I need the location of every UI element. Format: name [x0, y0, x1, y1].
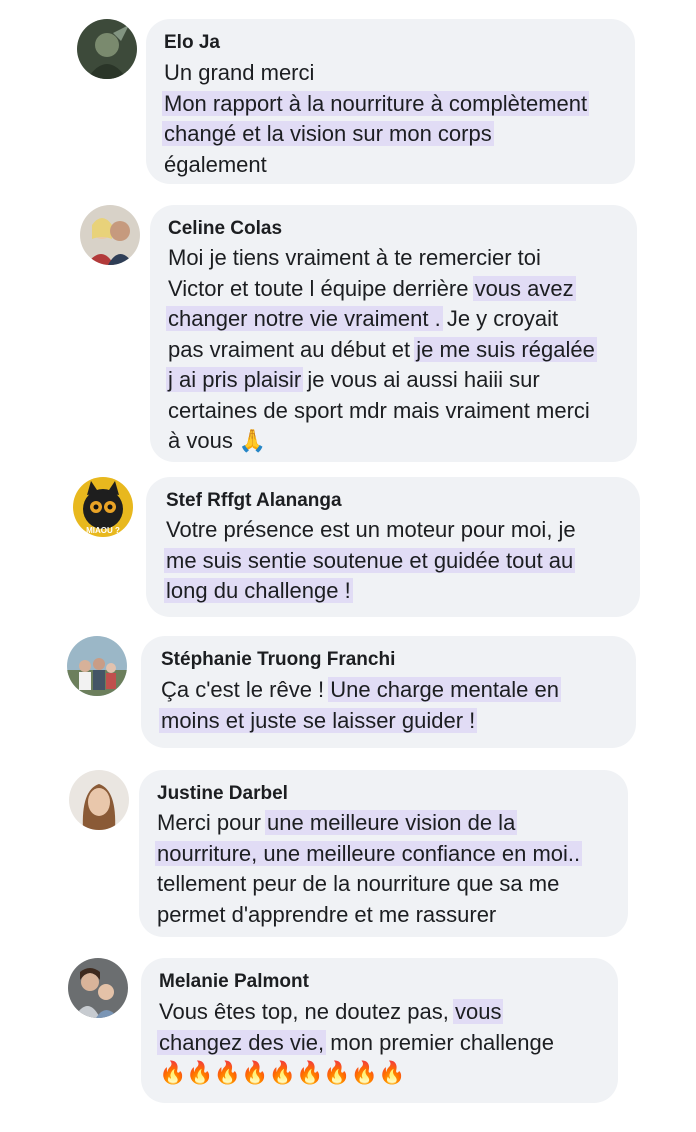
avatar[interactable]	[80, 205, 140, 265]
comment-line: long du challenge !	[164, 576, 576, 607]
comment-text-segment: 🔥🔥🔥🔥🔥🔥🔥🔥🔥	[159, 1060, 406, 1085]
comment-text-segment: permet d'apprendre et me rassurer	[157, 901, 497, 927]
avatar[interactable]	[67, 636, 127, 696]
comment-line: changer notre vie vraiment . Je y croyai…	[166, 304, 595, 335]
comment-bubble: Melanie Palmont Vous êtes top, ne doutez…	[141, 958, 618, 1103]
comment-text-segment: je vous ai aussi haiii sur	[301, 367, 540, 392]
comment-text: Moi je tiens vraiment à te remercier toi…	[166, 243, 597, 457]
highlighted-text: changez des vie,	[157, 1029, 327, 1055]
avatar-caption: MIAOU ?	[86, 526, 120, 535]
comment-text: Vous êtes top, ne doutez pas, vous change…	[157, 997, 555, 1089]
comment-author[interactable]: Stef Rffgt Alananga	[166, 489, 342, 513]
comment-text-segment: à vous 🙏	[168, 428, 267, 453]
highlighted-text: changer notre vie vraiment .	[166, 306, 443, 331]
comment-line: tellement peur de la nourriture que sa m…	[157, 869, 580, 900]
comment-line: Votre présence est un moteur pour moi, j…	[166, 515, 576, 546]
comment-text-segment: Merci pour	[157, 810, 268, 835]
comment-text-segment: certaines de sport mdr mais vraiment mer…	[168, 397, 590, 423]
comment-line: à vous 🙏	[168, 426, 595, 457]
highlighted-text: Une charge mentale en	[328, 677, 561, 702]
comment-author[interactable]: Melanie Palmont	[159, 970, 309, 994]
comment-line: Ça c'est le rêve ! Une charge mentale en	[161, 675, 561, 706]
highlighted-text: vous	[453, 999, 504, 1024]
comment-line: Vous êtes top, ne doutez pas, vous	[159, 997, 554, 1028]
comment-text-segment: Moi je tiens vraiment à te remercier toi	[168, 245, 541, 270]
highlighted-text: une meilleure vision de la	[265, 810, 518, 835]
comment-bubble: Stéphanie Truong Franchi Ça c'est le rêv…	[141, 636, 636, 748]
comment-text-segment: Vous êtes top, ne doutez pas,	[159, 999, 455, 1024]
comment-bubble: Stef Rffgt Alananga Votre présence est u…	[146, 477, 640, 617]
comment-line: certaines de sport mdr mais vraiment mer…	[168, 396, 595, 427]
comment-text-segment: Je y croyait	[440, 306, 559, 331]
comment-bubble: Justine Darbel Merci pour une meilleure …	[139, 770, 628, 937]
comment-text-segment: pas vraiment au début et	[168, 336, 417, 362]
comment-line: changez des vie, mon premier challenge	[157, 1028, 555, 1059]
avatar[interactable]: MIAOU ?	[73, 477, 133, 537]
comment-text: Ça c'est le rêve ! Une charge mentale en…	[159, 675, 561, 737]
avatar[interactable]	[69, 770, 129, 830]
comment-line: changé et la vision sur mon corps	[162, 119, 587, 150]
comment-text: Un grand merci Mon rapport à la nourritur…	[162, 58, 590, 181]
comment-line: Mon rapport à la nourriture à complèteme…	[162, 89, 590, 120]
highlighted-text: nourriture, une meilleure confiance en m…	[155, 840, 583, 866]
comment-bubble: Elo Ja Un grand merci Mon rapport à la no…	[146, 19, 635, 184]
highlighted-text: moins et juste se laisser guider !	[159, 707, 478, 733]
highlighted-text: j ai pris plaisir	[166, 367, 304, 392]
highlighted-text: me suis sentie soutenue et guidée tout a…	[164, 547, 576, 573]
comment-line: également	[164, 150, 587, 181]
highlighted-text: long du challenge !	[164, 578, 353, 603]
comment-author[interactable]: Stéphanie Truong Franchi	[161, 648, 395, 672]
avatar[interactable]	[68, 958, 128, 1018]
comment-text-segment: mon premier challenge	[324, 1029, 555, 1055]
comment-text-segment: tellement peur de la nourriture que sa m…	[157, 871, 560, 896]
comment-author[interactable]: Justine Darbel	[157, 782, 288, 806]
comment-line: pas vraiment au début et je me suis réga…	[168, 335, 597, 366]
comment-line: me suis sentie soutenue et guidée tout a…	[164, 546, 576, 577]
comment-author[interactable]: Elo Ja	[164, 31, 220, 55]
comment-line: Un grand merci	[164, 58, 587, 89]
highlighted-text: je me suis régalée	[414, 336, 597, 362]
comment-author[interactable]: Celine Colas	[168, 217, 282, 241]
comment-line: 🔥🔥🔥🔥🔥🔥🔥🔥🔥	[159, 1058, 554, 1089]
comment-line: Moi je tiens vraiment à te remercier toi	[168, 243, 595, 274]
comment-line: moins et juste se laisser guider !	[159, 706, 559, 737]
comment-line: permet d'apprendre et me rassurer	[157, 900, 580, 931]
comment-line: Victor et toute l équipe derrière vous a…	[168, 274, 595, 305]
comment-line: j ai pris plaisir je vous ai aussi haiii…	[166, 365, 595, 396]
comment-text-segment: Votre présence est un moteur pour moi, j…	[166, 517, 576, 542]
comment-line: nourriture, une meilleure confiance en m…	[155, 839, 583, 870]
highlighted-text: changé et la vision sur mon corps	[162, 121, 494, 146]
comment-text: Votre présence est un moteur pour moi, j…	[164, 515, 576, 607]
comment-line: Merci pour une meilleure vision de la	[157, 808, 580, 839]
comment-text-segment: également	[164, 151, 267, 177]
highlighted-text: Mon rapport à la nourriture à complèteme…	[162, 90, 590, 116]
comment-text-segment: Victor et toute l équipe derrière	[168, 275, 475, 301]
comment-text-segment: Ça c'est le rêve !	[161, 677, 331, 702]
comment-bubble: Celine Colas Moi je tiens vraiment à te …	[150, 205, 637, 462]
avatar[interactable]	[77, 19, 137, 79]
comment-text-segment: Un grand merci	[164, 60, 315, 85]
comment-text: Merci pour une meilleure vision de la nou…	[155, 808, 583, 931]
highlighted-text: vous avez	[472, 275, 576, 301]
